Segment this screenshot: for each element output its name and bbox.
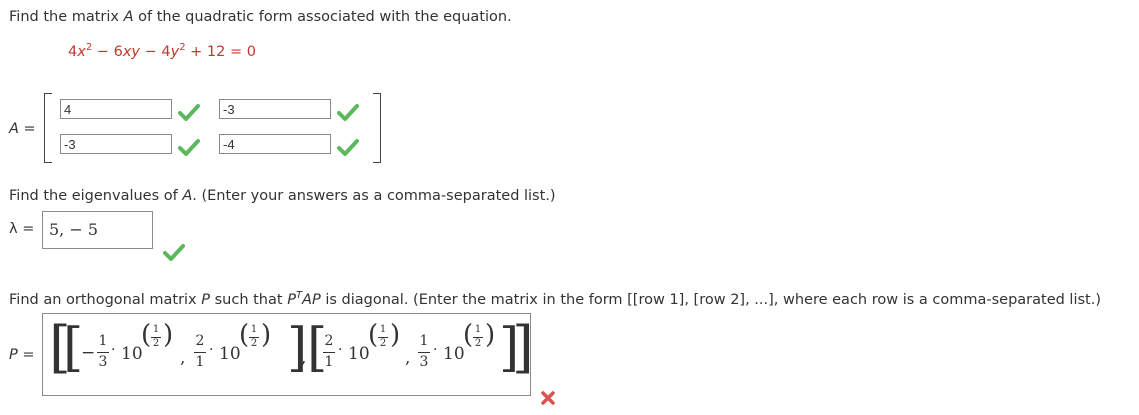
eq-term1-var: x bbox=[77, 43, 86, 60]
r2e2-exp-den: 2 bbox=[474, 338, 482, 349]
r1e1-exp-num: 1 bbox=[152, 324, 160, 335]
r2e1-exp-lparen: ( bbox=[368, 320, 379, 350]
eq-term1-coef: 4 bbox=[68, 43, 78, 60]
matrix-cell-2-2[interactable] bbox=[219, 134, 331, 154]
eigenvalues-answer-field[interactable]: 5, − 5 bbox=[42, 211, 153, 249]
r2e1-dot: · bbox=[338, 342, 343, 358]
p-label-var: P bbox=[9, 347, 18, 363]
r2e2-fraction-bar bbox=[418, 352, 430, 353]
q1-prompt-var: A bbox=[123, 9, 134, 25]
eq-op1: − bbox=[92, 43, 114, 60]
eq-term3-var: y bbox=[170, 43, 180, 60]
matrix-right-bracket bbox=[373, 93, 381, 163]
r2e2-exp-num: 1 bbox=[474, 324, 482, 335]
checkmark-icon bbox=[163, 244, 185, 261]
r1e1-base: 10 bbox=[121, 344, 143, 364]
r1e1-dot: · bbox=[111, 342, 116, 358]
q3-prompt-pre: Find an orthogonal matrix bbox=[9, 291, 202, 308]
eq-term2-coef: 6 bbox=[113, 43, 123, 60]
r1e2-exp-rparen: ) bbox=[261, 320, 272, 350]
eq-term3-coef: 4 bbox=[161, 43, 171, 60]
orthogonal-matrix-answer-field[interactable]: [ ] [ ] − 1 3 · 10 ( 1 2 ) , 2 1 · 10 ( … bbox=[42, 313, 534, 396]
matrix-left-bracket bbox=[44, 93, 52, 163]
checkmark-icon bbox=[337, 104, 359, 121]
q3-prompt-mid: such that bbox=[210, 291, 288, 308]
q3-prompt-var-p: P bbox=[201, 291, 210, 308]
checkmark-icon bbox=[178, 139, 200, 156]
r1e1-den: 3 bbox=[98, 354, 108, 370]
q2-prompt-post: . (Enter your answers as a comma-separat… bbox=[192, 188, 556, 204]
r2-comma: , bbox=[405, 348, 411, 368]
r1-comma: , bbox=[180, 348, 186, 368]
r2e1-base: 10 bbox=[348, 344, 370, 364]
r1e2-dot: · bbox=[209, 342, 214, 358]
q2-prompt-pre: Find the eigenvalues of bbox=[9, 188, 183, 204]
q3-prompt-var-p2: P bbox=[287, 291, 296, 308]
q1-equation: 4x2 − 6xy − 4y2 + 12 = 0 bbox=[68, 42, 256, 60]
eq-term2-var: xy bbox=[122, 43, 140, 60]
r1e1-exp-lparen: ( bbox=[141, 320, 152, 350]
eq-rest: + 12 = 0 bbox=[185, 43, 256, 60]
r2e2-exp-lparen: ( bbox=[463, 320, 474, 350]
r1e2-exp-num: 1 bbox=[250, 324, 258, 335]
q3-prompt: Find an orthogonal matrix P such that PT… bbox=[9, 290, 1101, 308]
checkmark-icon bbox=[178, 104, 200, 121]
eq-op2: − bbox=[139, 43, 162, 60]
matrix-cell-1-2[interactable] bbox=[219, 99, 331, 119]
q2-prompt: Find the eigenvalues of A. (Enter your a… bbox=[9, 188, 556, 204]
eigenvalues-answer-value: 5, − 5 bbox=[49, 220, 99, 239]
r2e1-exp-den: 2 bbox=[379, 338, 387, 349]
r1e2-den: 1 bbox=[195, 354, 205, 370]
r2e2-num: 1 bbox=[419, 333, 429, 349]
r1e2-exp-den: 2 bbox=[250, 338, 258, 349]
r2e1-exp-rparen: ) bbox=[390, 320, 401, 350]
lambda-equals: = bbox=[22, 221, 35, 237]
q1-prompt: Find the matrix A of the quadratic form … bbox=[9, 9, 512, 25]
q3-prompt-var-ap: AP bbox=[302, 291, 321, 308]
x-mark-icon bbox=[541, 391, 555, 405]
q1-prompt-post: of the quadratic form associated with th… bbox=[133, 9, 512, 25]
rows-comma: , bbox=[301, 348, 307, 368]
r2e2-exp-rparen: ) bbox=[485, 320, 496, 350]
r1e1-sign: − bbox=[81, 343, 96, 363]
q3-prompt-post: is diagonal. (Enter the matrix in the fo… bbox=[320, 291, 1101, 308]
r2e2-base: 10 bbox=[443, 344, 465, 364]
matrix-cell-1-1[interactable] bbox=[60, 99, 172, 119]
q1-prompt-pre: Find the matrix bbox=[9, 9, 124, 25]
r2e1-exp-num: 1 bbox=[379, 324, 387, 335]
matrix-a-equals: = bbox=[23, 121, 36, 137]
matrix-a-label: A = bbox=[9, 121, 36, 137]
r1e2-num: 2 bbox=[195, 333, 205, 349]
r2e1-den: 1 bbox=[324, 354, 334, 370]
p-equals: = bbox=[22, 347, 35, 363]
r2e1-fraction-bar bbox=[323, 352, 335, 353]
r2e2-den: 3 bbox=[419, 354, 429, 370]
matrix-cell-2-1[interactable] bbox=[60, 134, 172, 154]
r1e1-num: 1 bbox=[98, 333, 108, 349]
r2e1-num: 2 bbox=[324, 333, 334, 349]
r1e1-fraction-bar bbox=[97, 352, 109, 353]
r1e2-base: 10 bbox=[219, 344, 241, 364]
r1e1-exp-rparen: ) bbox=[163, 320, 174, 350]
r1e2-exp-lparen: ( bbox=[239, 320, 250, 350]
r1e1-exp-den: 2 bbox=[152, 338, 160, 349]
p-label: P = bbox=[9, 347, 35, 363]
r2e2-dot: · bbox=[433, 342, 438, 358]
row2-right-bracket: ] bbox=[499, 318, 520, 378]
matrix-a-label-var: A bbox=[9, 121, 19, 137]
lambda-label: λ = bbox=[9, 221, 34, 237]
r1e2-fraction-bar bbox=[194, 352, 206, 353]
lambda-symbol: λ bbox=[9, 221, 18, 237]
checkmark-icon bbox=[337, 139, 359, 156]
q2-prompt-var: A bbox=[182, 188, 193, 204]
